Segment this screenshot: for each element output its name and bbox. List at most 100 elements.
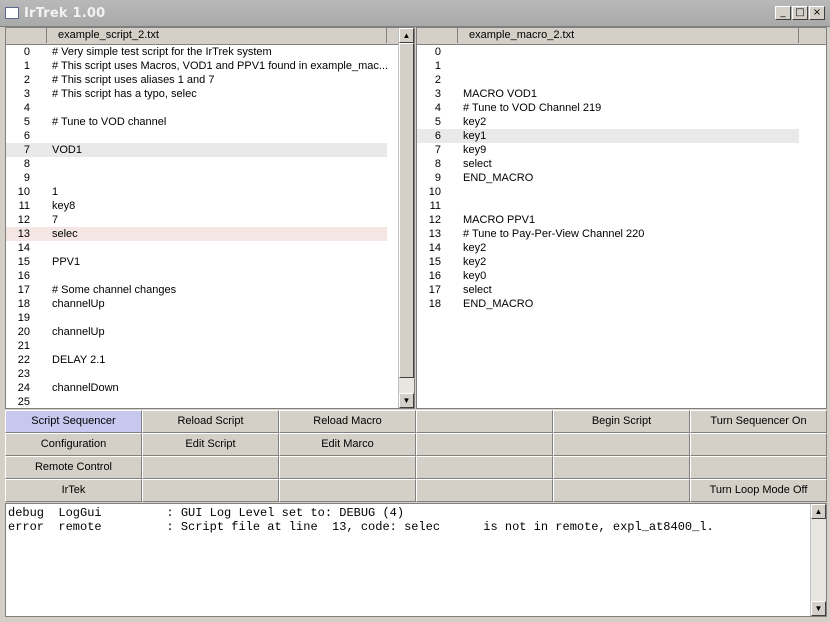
- script-filename-header[interactable]: example_script_2.txt: [46, 28, 387, 43]
- code-line[interactable]: 24 channelDown: [6, 381, 387, 395]
- irtek-button[interactable]: IrTek: [5, 479, 142, 502]
- line-text: key8: [52, 200, 76, 212]
- macro-editor-pane[interactable]: example_macro_2.txt 0 1 2 3 MACRO VOD1 4 # Tun…: [416, 27, 827, 409]
- empty-button: [553, 479, 690, 502]
- maximize-button[interactable]: □: [792, 6, 808, 20]
- configuration-button[interactable]: Configuration: [5, 433, 142, 456]
- scroll-thumb[interactable]: [399, 43, 414, 378]
- line-text: PPV1: [52, 256, 81, 268]
- scroll-down-icon[interactable]: ▼: [811, 601, 826, 616]
- code-line[interactable]: 23: [6, 367, 387, 381]
- code-line[interactable]: 16: [6, 269, 387, 283]
- code-line[interactable]: 7 VOD1: [6, 143, 387, 157]
- code-line[interactable]: 13 # Tune to Pay-Per-View Channel 220: [417, 227, 799, 241]
- scroll-up-icon[interactable]: ▲: [399, 28, 414, 43]
- begin-script-button[interactable]: Begin Script: [553, 410, 690, 433]
- code-line[interactable]: 11: [417, 199, 799, 213]
- code-line[interactable]: 13 selec: [6, 227, 387, 241]
- line-text: key9: [463, 144, 487, 156]
- empty-button: [142, 479, 279, 502]
- edit-script-button[interactable]: Edit Script: [142, 433, 279, 456]
- code-line[interactable]: 4: [6, 101, 387, 115]
- macro-pane-header: example_macro_2.txt: [417, 28, 826, 45]
- turn-sequencer-on-button[interactable]: Turn Sequencer On: [690, 410, 827, 433]
- empty-button: [416, 479, 553, 502]
- line-number: 25: [17, 396, 30, 408]
- code-line[interactable]: 11 key8: [6, 199, 387, 213]
- code-line[interactable]: 4 # Tune to VOD Channel 219: [417, 101, 799, 115]
- line-text: select: [463, 284, 492, 296]
- code-line[interactable]: 12 7: [6, 213, 387, 227]
- line-number: 6: [23, 130, 30, 142]
- code-line[interactable]: 9 END_MACRO: [417, 171, 799, 185]
- code-line[interactable]: 14 key2: [417, 241, 799, 255]
- line-number-header: [6, 28, 47, 43]
- code-line[interactable]: 6: [6, 129, 387, 143]
- code-line[interactable]: 9: [6, 171, 387, 185]
- code-line[interactable]: 5 # Tune to VOD channel: [6, 115, 387, 129]
- title-bar[interactable]: IrTrek 1.00 _ □ ×: [0, 0, 830, 27]
- scroll-up-icon[interactable]: ▲: [811, 504, 826, 519]
- code-line[interactable]: 8 select: [417, 157, 799, 171]
- code-line[interactable]: 2 # This script uses aliases 1 and 7: [6, 73, 387, 87]
- code-line[interactable]: 22 DELAY 2.1: [6, 353, 387, 367]
- code-line[interactable]: 1 # This script uses Macros, VOD1 and PPV…: [6, 59, 388, 73]
- code-line[interactable]: 6 key1: [417, 129, 799, 143]
- code-line[interactable]: 15 key2: [417, 255, 799, 269]
- code-line[interactable]: 18 END_MACRO: [417, 297, 799, 311]
- edit-marco-button[interactable]: Edit Marco: [279, 433, 416, 456]
- code-line[interactable]: 17 select: [417, 283, 799, 297]
- code-line[interactable]: 25: [6, 395, 387, 408]
- scroll-down-icon[interactable]: ▼: [399, 393, 414, 408]
- reload-script-button[interactable]: Reload Script: [142, 410, 279, 433]
- line-text: # Tune to Pay-Per-View Channel 220: [463, 228, 645, 240]
- code-line[interactable]: 0: [417, 45, 799, 59]
- line-number: 18: [428, 298, 441, 310]
- code-line[interactable]: 17 # Some channel changes: [6, 283, 387, 297]
- line-text: selec: [52, 228, 78, 240]
- line-text: MACRO PPV1: [463, 214, 536, 226]
- line-text: 1: [52, 186, 59, 198]
- line-number: 12: [17, 214, 30, 226]
- remote-control-button[interactable]: Remote Control: [5, 456, 142, 479]
- code-line[interactable]: 3 # This script has a typo, selec: [6, 87, 387, 101]
- macro-lines[interactable]: 0 1 2 3 MACRO VOD1 4 # Tune to VOD Channel 219…: [417, 45, 826, 311]
- turn-loop-mode-off-button[interactable]: Turn Loop Mode Off: [690, 479, 827, 502]
- code-line[interactable]: 19: [6, 311, 387, 325]
- code-line[interactable]: 16 key0: [417, 269, 799, 283]
- line-text: key2: [463, 256, 487, 268]
- code-line[interactable]: 8: [6, 157, 387, 171]
- code-line[interactable]: 5 key2: [417, 115, 799, 129]
- macro-filename-header[interactable]: example_macro_2.txt: [457, 28, 799, 43]
- code-line[interactable]: 14: [6, 241, 387, 255]
- code-line[interactable]: 0 # Very simple test script for the IrTre…: [6, 45, 387, 59]
- script-editor-pane[interactable]: example_script_2.txt 0 # Very simple test…: [5, 27, 415, 409]
- reload-macro-button[interactable]: Reload Macro: [279, 410, 416, 433]
- code-line[interactable]: 3 MACRO VOD1: [417, 87, 799, 101]
- code-line[interactable]: 10: [417, 185, 799, 199]
- code-line[interactable]: 21: [6, 339, 387, 353]
- empty-button: [690, 433, 827, 456]
- log-panel[interactable]: debug LogGui : GUI Log Level set to: DEB…: [5, 503, 827, 617]
- script-lines[interactable]: 0 # Very simple test script for the IrTre…: [6, 45, 414, 408]
- code-line[interactable]: 2: [417, 73, 799, 87]
- code-line[interactable]: 20 channelUp: [6, 325, 387, 339]
- script-sequencer-button[interactable]: Script Sequencer: [5, 410, 142, 433]
- line-text: # Some channel changes: [52, 284, 177, 296]
- code-line[interactable]: 18 channelUp: [6, 297, 387, 311]
- line-number: 23: [17, 368, 30, 380]
- code-line[interactable]: 15 PPV1: [6, 255, 387, 269]
- line-number: 5: [23, 116, 30, 128]
- line-number: 7: [23, 144, 30, 156]
- code-line[interactable]: 1: [417, 59, 799, 73]
- code-line[interactable]: 10 1: [6, 185, 387, 199]
- minimize-button[interactable]: _: [775, 6, 791, 20]
- code-line[interactable]: 12 MACRO PPV1: [417, 213, 799, 227]
- code-line[interactable]: 7 key9: [417, 143, 799, 157]
- log-scrollbar[interactable]: ▲ ▼: [810, 504, 826, 616]
- close-button[interactable]: ×: [809, 6, 825, 20]
- line-number: 5: [434, 116, 441, 128]
- line-number: 11: [18, 200, 30, 212]
- empty-button: [553, 456, 690, 479]
- script-scrollbar[interactable]: ▲ ▼: [398, 28, 414, 408]
